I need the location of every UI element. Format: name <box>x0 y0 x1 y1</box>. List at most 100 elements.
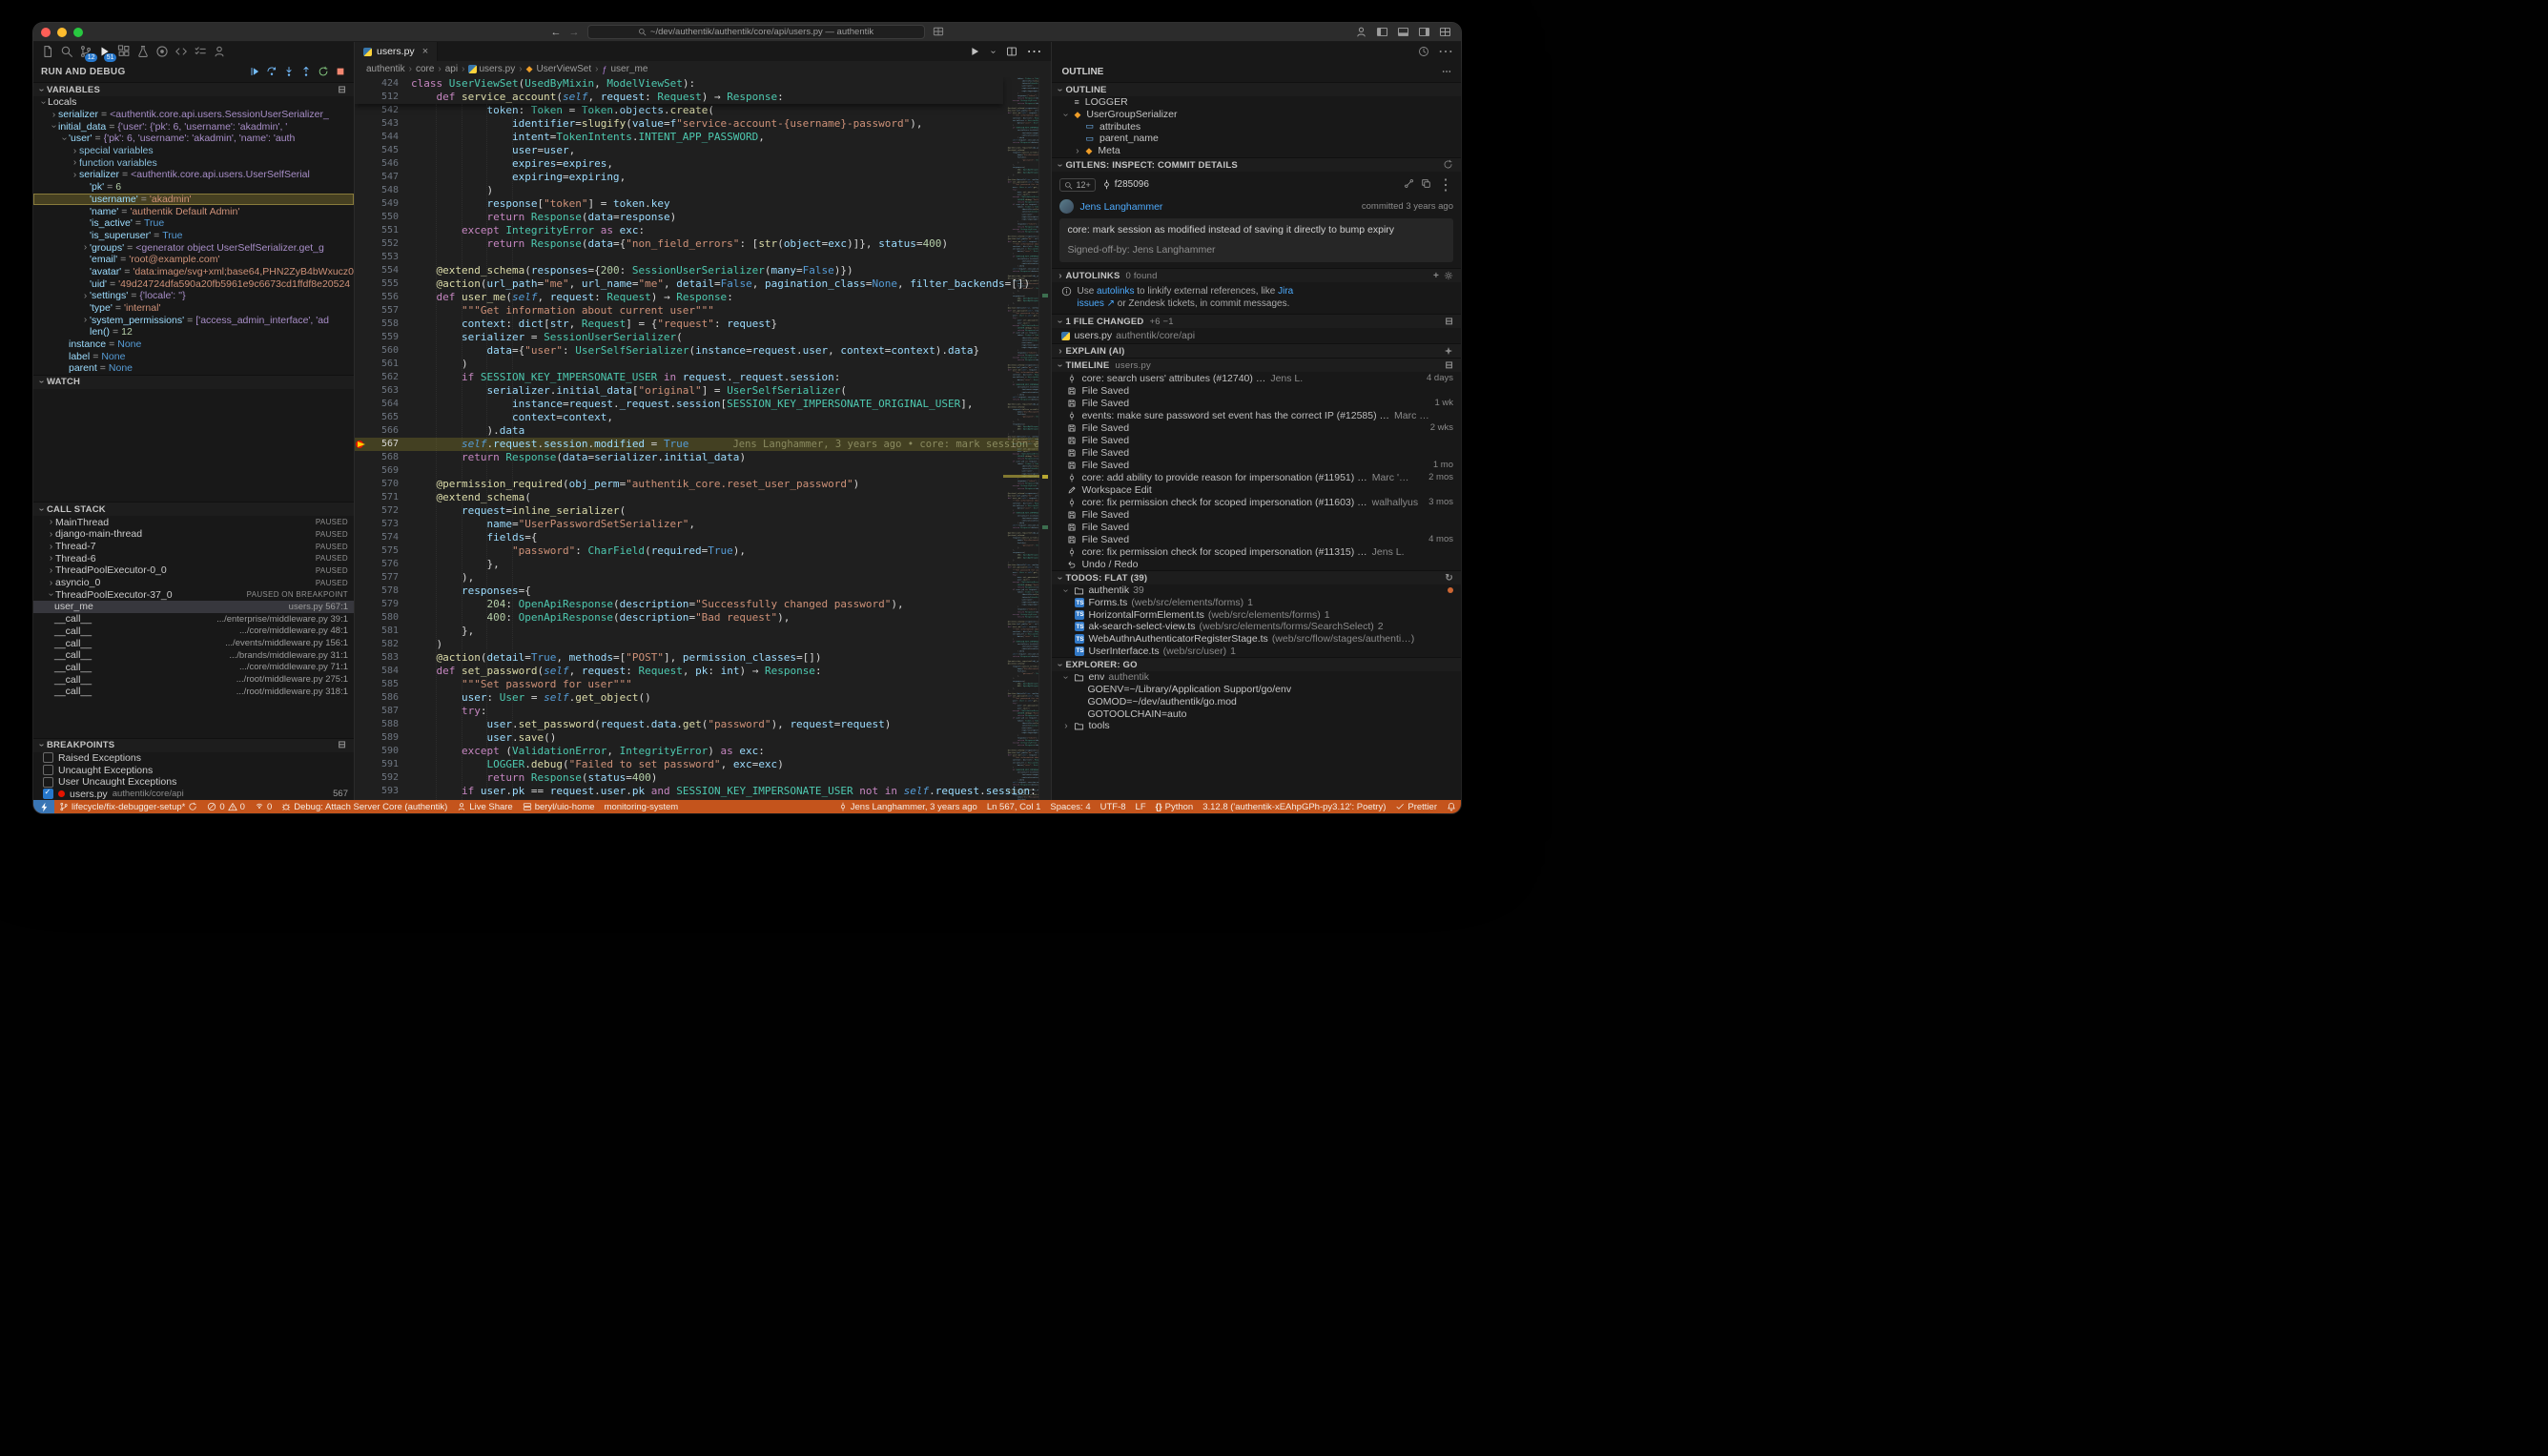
breakpoint-gutter[interactable] <box>355 451 367 464</box>
breakpoint-checkbox[interactable] <box>43 789 53 799</box>
call-stack-frame[interactable]: __call__.../core/middleware.py 71:1 <box>33 662 354 674</box>
minimap[interactable]: token: Token = Token.objects.create( ide… <box>1003 77 1039 800</box>
breakpoint-gutter[interactable] <box>355 745 367 758</box>
autolink-link[interactable]: autolinks <box>1097 286 1134 297</box>
status-branch[interactable]: lifecycle/fix-debugger-setup* <box>54 802 202 812</box>
panel-more-icon[interactable]: ⋯ <box>1438 42 1453 61</box>
code-line[interactable]: 583 @action(detail=True, methods=["POST"… <box>355 651 1051 665</box>
filter-icon[interactable]: ⊟ <box>1445 360 1453 371</box>
overview-ruler[interactable] <box>1038 77 1051 800</box>
breakpoint-gutter[interactable] <box>355 611 367 625</box>
breakpoint-gutter[interactable] <box>355 371 367 384</box>
code-line[interactable]: 577 ), <box>355 571 1051 584</box>
breadcrumb-item[interactable]: api <box>445 64 458 74</box>
timeline-item[interactable]: File Saved1 wk <box>1052 397 1461 409</box>
outline-item[interactable]: ›◆UserGroupSerializer <box>1052 109 1461 121</box>
run-dropdown-icon[interactable]: › <box>988 48 998 56</box>
status-debug-status[interactable]: Debug: Attach Server Core (authentik) <box>277 802 452 812</box>
status-indentation[interactable]: Spaces: 4 <box>1045 802 1095 812</box>
files-changed-header[interactable]: ›1 FILE CHANGED +6 −1 ⊟ <box>1052 314 1461 328</box>
status-beryl-uio-home[interactable]: beryl/uio-home <box>518 802 600 812</box>
go-env-row[interactable]: ›GOMOD=~/dev/authentik/go.mod <box>1052 696 1461 708</box>
breakpoint-gutter[interactable] <box>355 638 367 651</box>
outline-item[interactable]: ›▭parent_name <box>1052 133 1461 145</box>
timeline-item[interactable]: Undo / Redo <box>1052 558 1461 570</box>
timeline-item[interactable]: File Saved4 mos <box>1052 533 1461 545</box>
refresh-icon[interactable] <box>1443 159 1453 170</box>
code-line[interactable]: 548 ) <box>355 184 1051 197</box>
breakpoint-gutter[interactable] <box>355 651 367 665</box>
breakpoint-gutter[interactable] <box>355 705 367 718</box>
breakpoint-gutter[interactable] <box>355 731 367 745</box>
breakpoint-gutter[interactable] <box>355 718 367 731</box>
breakpoint-gutter[interactable] <box>355 424 367 438</box>
nav-forward-icon[interactable]: → <box>569 27 580 38</box>
call-stack-frame[interactable]: __call__.../enterprise/middleware.py 39:… <box>33 613 354 625</box>
more-actions-icon[interactable]: ⋯ <box>1442 67 1451 77</box>
call-stack-frame[interactable]: user_meusers.py 567:1 <box>33 601 354 613</box>
layout-right-button[interactable] <box>1418 24 1430 41</box>
call-stack-thread[interactable]: ›MainThreadPAUSED <box>33 516 354 528</box>
variable-row[interactable]: ›'type'='internal' <box>33 302 354 315</box>
code-line[interactable]: 592 return Response(status=400) <box>355 771 1051 785</box>
step-over-button[interactable] <box>266 66 277 77</box>
status-notifications[interactable] <box>1442 802 1461 811</box>
code-line[interactable]: 581 }, <box>355 625 1051 638</box>
breakpoint-gutter[interactable] <box>355 144 367 157</box>
commit-search-pill[interactable]: 12+ <box>1059 178 1095 192</box>
timeline-item[interactable]: core: fix permission check for scoped im… <box>1052 496 1461 508</box>
go-env-row[interactable]: ›GOTOOLCHAIN=auto <box>1052 707 1461 720</box>
status-line-blame[interactable]: Jens Langhammer, 3 years ago <box>833 802 982 812</box>
code-line[interactable]: 553 <box>355 251 1051 264</box>
open-in-graph-button[interactable] <box>1404 175 1414 195</box>
activity-live-share[interactable] <box>211 43 228 60</box>
code-line[interactable]: 584 def set_password(self, request: Requ… <box>355 665 1051 678</box>
timeline-item[interactable]: core: search users' attributes (#12740) … <box>1052 372 1461 384</box>
more-actions-icon[interactable]: ⋮ <box>1438 175 1453 195</box>
breakpoint-gutter[interactable] <box>355 411 367 424</box>
breakpoint-gutter[interactable] <box>355 157 367 171</box>
breakpoint-gutter[interactable] <box>355 518 367 531</box>
code-editor[interactable]: 542 token: Token = Token.objects.create(… <box>355 77 1051 800</box>
breakpoint-gutter[interactable] <box>355 224 367 237</box>
panel-history-button[interactable] <box>1418 43 1429 60</box>
variable-row[interactable]: ›function variables <box>33 156 354 169</box>
exception-breakpoint-row[interactable]: Raised Exceptions <box>33 752 354 765</box>
status-cursor-position[interactable]: Ln 567, Col 1 <box>982 802 1046 812</box>
add-autolink-icon[interactable]: + <box>1433 271 1439 281</box>
refresh-icon[interactable]: ↻ <box>1445 573 1453 584</box>
breakpoint-gutter[interactable] <box>355 384 367 398</box>
breakpoint-gutter[interactable] <box>355 758 367 771</box>
code-line[interactable]: 554 @extend_schema(responses={200: Sessi… <box>355 264 1051 277</box>
exception-breakpoint-row[interactable]: User Uncaught Exceptions <box>33 776 354 789</box>
variable-row[interactable]: ›'avatar'='data:image/svg+xml;base64,PHN… <box>33 266 354 278</box>
call-stack-thread[interactable]: ›ThreadPoolExecutor-0_0PAUSED <box>33 564 354 577</box>
code-line[interactable]: 545 user=user, <box>355 144 1051 157</box>
activity-gitlens[interactable] <box>154 43 171 60</box>
variable-row[interactable]: ›len()=12 <box>33 326 354 338</box>
variable-row[interactable]: ›initial_data={'user': {'pk': 6, 'userna… <box>33 120 354 133</box>
breakpoint-gutter[interactable] <box>355 211 367 224</box>
breakpoints-section-header[interactable]: ›BREAKPOINTS ⊟ <box>33 738 354 752</box>
gitlens-commit-details-header[interactable]: ›GITLENS: INSPECT: COMMIT DETAILS <box>1052 157 1461 172</box>
outline-item[interactable]: ›◆Meta <box>1052 145 1461 157</box>
close-tab-icon[interactable]: × <box>422 46 428 57</box>
variable-row[interactable]: ›'name'='authentik Default Admin' <box>33 205 354 217</box>
status-problems[interactable]: 00 <box>202 802 250 812</box>
code-line[interactable]: 546 expires=expires, <box>355 157 1051 171</box>
breakpoint-gutter[interactable] <box>355 558 367 571</box>
timeline-item[interactable]: core: fix permission check for scoped im… <box>1052 545 1461 558</box>
breakpoint-checkbox[interactable] <box>43 752 53 763</box>
code-line[interactable]: 570 @permission_required(obj_perm="authe… <box>355 478 1051 491</box>
breakpoint-gutter[interactable] <box>355 237 367 251</box>
variable-row[interactable]: ›instance=None <box>33 338 354 351</box>
breakpoint-gutter[interactable] <box>355 584 367 598</box>
restart-button[interactable] <box>318 66 329 77</box>
outline-section-header[interactable]: ›OUTLINE <box>1052 82 1461 96</box>
commit-sha[interactable]: f285096 <box>1101 179 1149 190</box>
code-line[interactable]: 587 try: <box>355 705 1051 718</box>
code-line[interactable]: 558 context: dict[str, Request] = {"requ… <box>355 318 1051 331</box>
sticky-line[interactable]: 424class UserViewSet(UsedByMixin, ModelV… <box>355 77 1003 91</box>
breakpoint-gutter[interactable] <box>355 464 367 478</box>
timeline-item[interactable]: File Saved <box>1052 384 1461 397</box>
